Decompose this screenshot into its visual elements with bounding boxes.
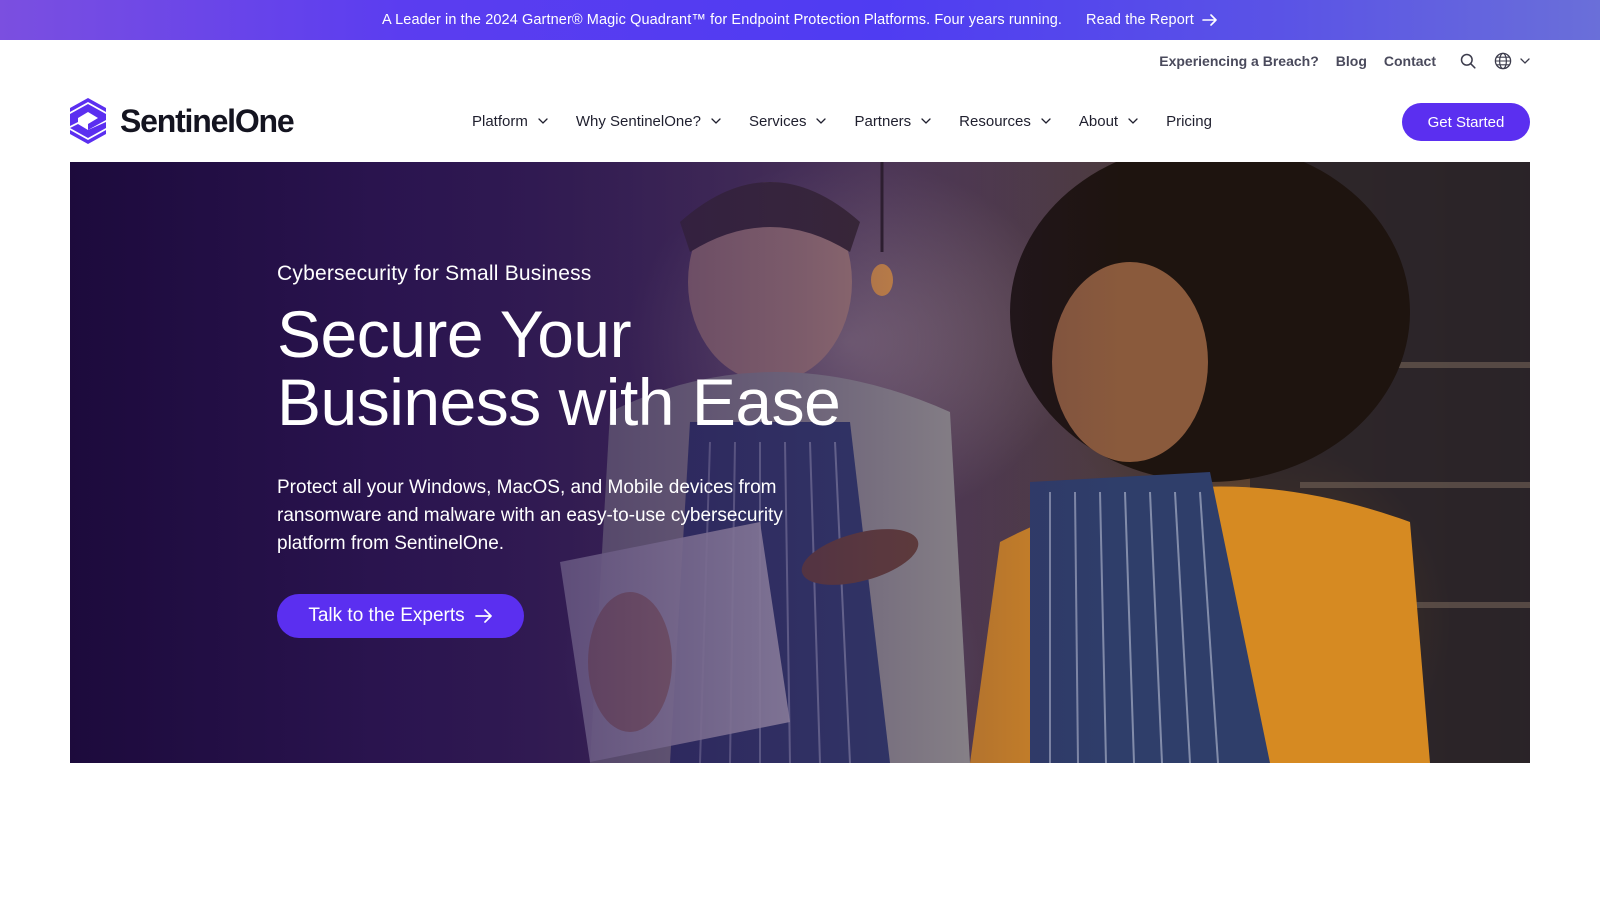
arrow-right-icon: [1202, 14, 1217, 26]
read-report-link[interactable]: Read the Report: [1086, 12, 1218, 28]
hero-subcopy: Protect all your Windows, MacOS, and Mob…: [277, 477, 783, 554]
hero-headline-line1: Secure Your: [277, 297, 632, 371]
nav-item-label: Services: [748, 112, 807, 130]
read-report-label: Read the Report: [1086, 12, 1194, 28]
utility-link-breach[interactable]: Experiencing a Breach?: [1159, 53, 1319, 69]
hero-eyebrow: Cybersecurity for Small Business: [277, 262, 592, 285]
nav-item-label: About: [1078, 112, 1119, 130]
sentinelone-logo-icon: [70, 98, 106, 144]
hero-headline-line2: Business with Ease: [277, 365, 841, 439]
talk-to-experts-button[interactable]: Talk to the Experts: [277, 594, 524, 638]
chevron-down-icon: [538, 118, 548, 124]
nav-item-label: Platform: [472, 112, 528, 130]
talk-to-experts-label: Talk to the Experts: [308, 605, 465, 626]
language-selector[interactable]: [1494, 52, 1530, 70]
hero-content: Cybersecurity for Small Business Secure …: [277, 262, 877, 638]
nav-item-label: Why SentinelOne?: [575, 112, 701, 130]
nav-item-services[interactable]: Services: [749, 113, 827, 130]
search-icon: [1460, 53, 1476, 69]
arrow-right-icon: [474, 609, 492, 623]
chevron-down-icon: [816, 118, 827, 124]
utility-link-contact[interactable]: Contact: [1384, 53, 1436, 69]
search-button[interactable]: [1460, 53, 1476, 69]
chevron-down-icon: [1520, 58, 1530, 64]
chevron-down-icon: [711, 118, 721, 124]
nav-item-pricing[interactable]: Pricing: [1166, 113, 1212, 130]
hero-headline: Secure Your Business with Ease: [277, 300, 877, 436]
nav-item-label: Pricing: [1166, 112, 1212, 130]
hero-section: Cybersecurity for Small Business Secure …: [70, 162, 1530, 763]
brand-name: SentinelOne: [120, 102, 295, 139]
logo-link[interactable]: SentinelOne: [70, 98, 295, 144]
globe-icon: [1494, 52, 1512, 70]
nav-item-label: Partners: [854, 112, 912, 130]
get-started-button[interactable]: Get Started: [1402, 103, 1530, 141]
nav-item-partners[interactable]: Partners: [854, 113, 931, 130]
nav-item-about[interactable]: About: [1079, 113, 1138, 130]
main-nav: SentinelOne Platform Why SentinelOne? Se…: [0, 82, 1600, 160]
chevron-down-icon: [1041, 118, 1051, 124]
nav-item-platform[interactable]: Platform: [472, 113, 548, 130]
banner-text: A Leader in the 2024 Gartner® Magic Quad…: [382, 12, 1063, 28]
chevron-down-icon: [921, 118, 931, 124]
announcement-banner: A Leader in the 2024 Gartner® Magic Quad…: [0, 0, 1600, 40]
primary-nav-links: Platform Why SentinelOne? Services Partn…: [472, 82, 1240, 160]
nav-item-why-sentinelone[interactable]: Why SentinelOne?: [576, 113, 721, 130]
nav-item-resources[interactable]: Resources: [959, 113, 1051, 130]
utility-link-blog[interactable]: Blog: [1336, 53, 1367, 69]
utility-nav: Experiencing a Breach? Blog Contact: [1159, 40, 1530, 82]
nav-item-label: Resources: [959, 112, 1031, 130]
chevron-down-icon: [1128, 118, 1138, 124]
